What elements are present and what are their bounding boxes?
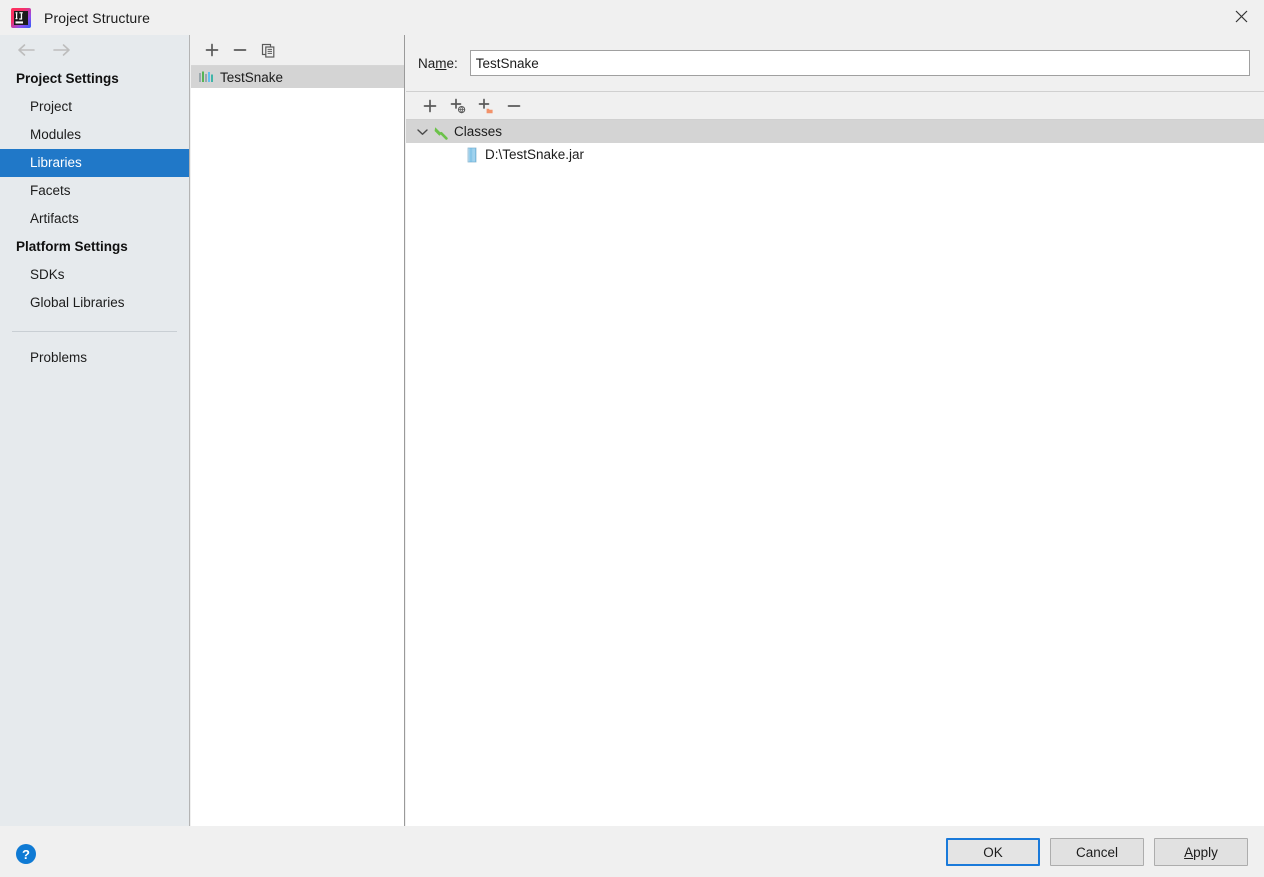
name-input[interactable] <box>469 50 1250 76</box>
apply-rest: pply <box>1193 844 1218 860</box>
name-field-label: Name: <box>418 55 458 71</box>
libraries-list-panel: TestSnake <box>191 35 405 826</box>
library-details-panel: Name: TestSnake Classes D:\TestSnake.jar <box>406 35 1264 826</box>
dialog-footer: ? OK Cancel Apply <box>0 826 1264 877</box>
sidebar-item-artifacts[interactable]: Artifacts <box>0 205 189 233</box>
libraries-list: TestSnake <box>191 66 404 88</box>
remove-library-button[interactable] <box>226 37 254 63</box>
close-icon[interactable] <box>1218 0 1264 33</box>
tree-row[interactable]: D:\TestSnake.jar <box>406 143 1264 166</box>
cancel-button[interactable]: Cancel <box>1050 838 1144 866</box>
apply-mnemonic: A <box>1184 844 1194 860</box>
sidebar-item-facets[interactable]: Facets <box>0 177 189 205</box>
remove-root-button[interactable] <box>500 93 528 119</box>
window-titlebar: Project Structure <box>0 0 1264 35</box>
intellij-idea-icon <box>11 7 31 28</box>
sidebar-divider <box>12 331 177 332</box>
dialog-content: Project Settings Project Modules Librari… <box>0 35 1264 826</box>
sidebar-item-libraries[interactable]: Libraries <box>0 149 189 177</box>
classes-root-icon <box>433 124 449 140</box>
sidebar-group-project-settings: Project Settings <box>16 71 119 86</box>
libraries-toolbar <box>191 35 404 66</box>
add-root-button[interactable] <box>416 93 444 119</box>
list-item-label: TestSnake <box>220 69 284 85</box>
add-library-button[interactable] <box>198 37 226 63</box>
tree-row[interactable]: Classes <box>406 120 1264 143</box>
apply-button[interactable]: Apply <box>1154 838 1248 866</box>
library-roots-tree: Classes D:\TestSnake.jar <box>406 120 1264 166</box>
sidebar-item-project[interactable]: Project <box>0 93 189 121</box>
jar-archive-icon <box>464 147 480 163</box>
help-icon[interactable]: ? <box>14 842 38 866</box>
tree-row-label: D:\TestSnake.jar <box>485 147 585 162</box>
window-title: Project Structure <box>44 9 150 26</box>
dialog-button-bar: OK Cancel Apply <box>946 838 1248 866</box>
add-folder-root-button[interactable] <box>472 93 500 119</box>
sidebar-group-platform-settings: Platform Settings <box>16 239 128 254</box>
sidebar-item-sdks[interactable]: SDKs <box>0 261 189 289</box>
sidebar-navigation <box>0 35 189 65</box>
name-field-row: Name: <box>406 35 1264 92</box>
chevron-down-icon[interactable] <box>411 120 433 143</box>
settings-sidebar: Project Settings Project Modules Librari… <box>0 35 190 826</box>
copy-library-button[interactable] <box>254 37 282 63</box>
sidebar-item-modules[interactable]: Modules <box>0 121 189 149</box>
arrow-left-icon[interactable] <box>10 37 44 63</box>
ok-button[interactable]: OK <box>946 838 1040 866</box>
library-roots-toolbar <box>406 92 1264 120</box>
sidebar-item-global-libraries[interactable]: Global Libraries <box>0 289 189 317</box>
tree-row-label: Classes <box>454 124 503 139</box>
list-item[interactable]: TestSnake <box>191 66 404 88</box>
library-icon <box>198 70 214 84</box>
add-url-root-button[interactable] <box>444 93 472 119</box>
sidebar-item-problems[interactable]: Problems <box>0 344 189 372</box>
svg-text:?: ? <box>22 847 30 862</box>
arrow-right-icon[interactable] <box>44 37 78 63</box>
